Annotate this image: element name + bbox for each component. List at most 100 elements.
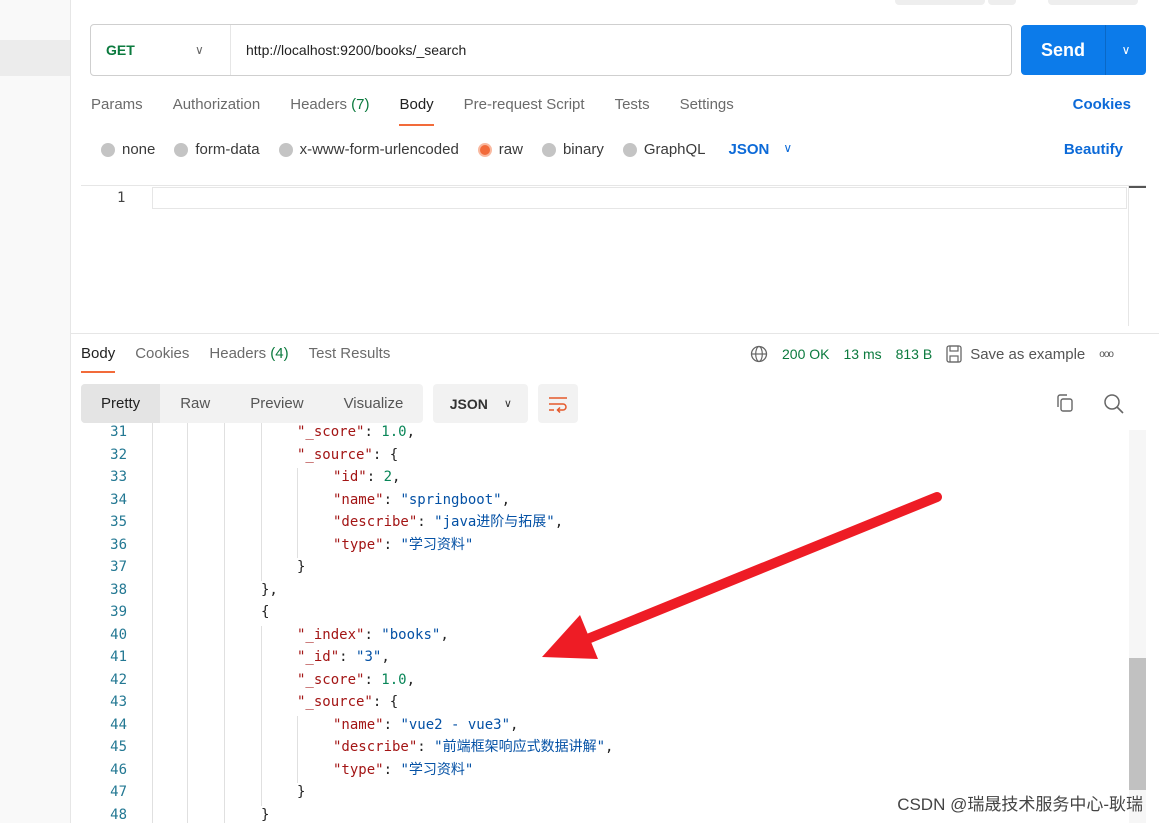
radio-button[interactable] [278, 142, 293, 157]
response-format-select[interactable]: JSON ∨ [433, 384, 529, 423]
top-button-dropdown[interactable] [988, 0, 1016, 5]
tab-label: Pre-request Script [463, 96, 585, 113]
send-button[interactable]: Send ∨ [1021, 25, 1146, 75]
radio-button[interactable] [541, 142, 556, 157]
body-type-options: none form-data x-www-form-urlencoded raw bin… [101, 141, 792, 158]
tab-label: Authorization [172, 96, 261, 113]
radio-raw[interactable]: raw [477, 141, 523, 158]
top-button[interactable] [895, 0, 985, 5]
method-select[interactable]: GET ∨ [91, 25, 231, 75]
token-punctuation: : [417, 514, 435, 530]
indent-guide [261, 625, 262, 648]
response-scrollbar[interactable] [1129, 430, 1146, 823]
response-size[interactable]: 813 B [896, 346, 933, 362]
line-number: 39 [110, 604, 127, 620]
tab-label: Tests [614, 96, 650, 113]
radio-none[interactable]: none [101, 141, 155, 158]
code-line: 45 "describe": "前端框架响应式数据讲解", [71, 736, 1131, 759]
request-tabs: Params Authorization Headers (7) Body Pre-re… [91, 96, 764, 126]
radio-button[interactable] [174, 142, 189, 157]
indent-guide [261, 693, 262, 716]
indent-guide [261, 783, 262, 806]
radio-x-www-form-urlencoded[interactable]: x-www-form-urlencoded [278, 141, 459, 158]
scrollbar-thumb[interactable] [1129, 658, 1146, 790]
indent-guide [261, 670, 262, 693]
indent-guide [261, 445, 262, 468]
token-punctuation: : [383, 761, 401, 778]
chevron-down-icon[interactable]: ∨ [1105, 25, 1146, 75]
top-button-2[interactable] [1048, 0, 1138, 5]
url-input[interactable]: http://localhost:9200/books/_search [231, 42, 466, 58]
indent-guide [261, 490, 262, 513]
current-line[interactable] [152, 187, 1127, 209]
send-label: Send [1040, 39, 1085, 60]
response-tab-headers[interactable]: Headers (4) [209, 345, 288, 373]
response-tab-cookies[interactable]: Cookies [135, 345, 189, 373]
view-preview[interactable]: Preview [230, 384, 323, 423]
line-number: 36 [110, 536, 127, 553]
token-string: "vue2 - vue3" [400, 716, 511, 733]
beautify-button[interactable]: Beautify [1064, 141, 1123, 158]
response-tab-test-results[interactable]: Test Results [309, 345, 391, 373]
token-key: "name" [333, 491, 384, 508]
token-punctuation: , [440, 626, 449, 643]
tab-authorization[interactable]: Authorization [173, 96, 261, 126]
response-actions [1055, 393, 1125, 415]
tab-tests[interactable]: Tests [615, 96, 650, 126]
radio-button[interactable] [477, 142, 492, 157]
radio-form-data[interactable]: form-data [174, 141, 260, 158]
copy-icon[interactable] [1055, 393, 1075, 413]
token-punctuation: , [406, 424, 416, 440]
token-punctuation: : { [372, 446, 399, 463]
token-string: "前端框架响应式数据讲解" [434, 739, 606, 755]
editor-scrollbar[interactable] [1128, 186, 1146, 326]
indent-guide [261, 535, 262, 558]
line-number: 1 [117, 190, 126, 206]
radio-GraphQL[interactable]: GraphQL [622, 141, 706, 158]
line-number: 46 [110, 761, 127, 778]
body-editor[interactable]: 1 [81, 185, 1146, 326]
line-number: 33 [110, 469, 127, 485]
view-raw[interactable]: Raw [160, 384, 230, 423]
token-punctuation: , [554, 514, 564, 530]
save-as-example-button[interactable]: Save as example [946, 345, 1085, 363]
radio-label: none [122, 141, 156, 158]
tab-settings[interactable]: Settings [680, 96, 734, 126]
response-tab-body[interactable]: Body [81, 345, 116, 373]
token-key: "_source" [297, 446, 373, 463]
status-code[interactable]: 200 OK [782, 346, 829, 362]
chevron-down-icon: ∨ [783, 141, 793, 155]
radio-button[interactable] [101, 142, 115, 157]
tab-label: Cookies [135, 345, 190, 362]
chevron-down-icon: ∨ [195, 43, 204, 57]
indent-guide [261, 423, 262, 446]
code-line: 34 "name": "springboot", [71, 489, 1131, 512]
indent-guide [297, 760, 298, 783]
wrap-lines-button[interactable] [538, 384, 579, 423]
radio-button[interactable] [622, 142, 637, 157]
tab-params[interactable]: Params [91, 96, 143, 126]
code-line: 46 "type": "学习资料" [71, 759, 1131, 782]
cookies-link[interactable]: Cookies [1073, 96, 1131, 113]
view-pretty[interactable]: Pretty [81, 384, 161, 423]
token-key: "type" [333, 536, 384, 553]
body-format-select[interactable]: JSON ∨ [729, 141, 793, 158]
radio-binary[interactable]: binary [541, 141, 604, 158]
tab-headers[interactable]: Headers (7) [290, 96, 369, 126]
tab-body[interactable]: Body [399, 96, 434, 126]
more-options-icon[interactable]: ooo [1099, 349, 1114, 360]
code-content: "_id": "3", [297, 646, 390, 669]
line-number: 47 [110, 784, 127, 800]
response-body[interactable]: 31 "_score": 1.0, 32 "_source": {33 "id": 2,… [71, 423, 1131, 823]
globe-icon[interactable] [750, 345, 768, 363]
code-line: 39 { [71, 601, 1131, 624]
response-time[interactable]: 13 ms [843, 346, 881, 362]
tab-pre-request-script[interactable]: Pre-request Script [464, 96, 585, 126]
view-visualize[interactable]: Visualize [324, 384, 424, 423]
code-line: 44 "name": "vue2 - vue3", [71, 714, 1131, 737]
code-content: "_index": "books", [297, 624, 449, 647]
search-icon[interactable] [1103, 393, 1125, 415]
tab-label: Test Results [308, 345, 391, 362]
sidebar-selected-item[interactable] [0, 40, 70, 76]
token-key: "describe" [333, 739, 418, 755]
